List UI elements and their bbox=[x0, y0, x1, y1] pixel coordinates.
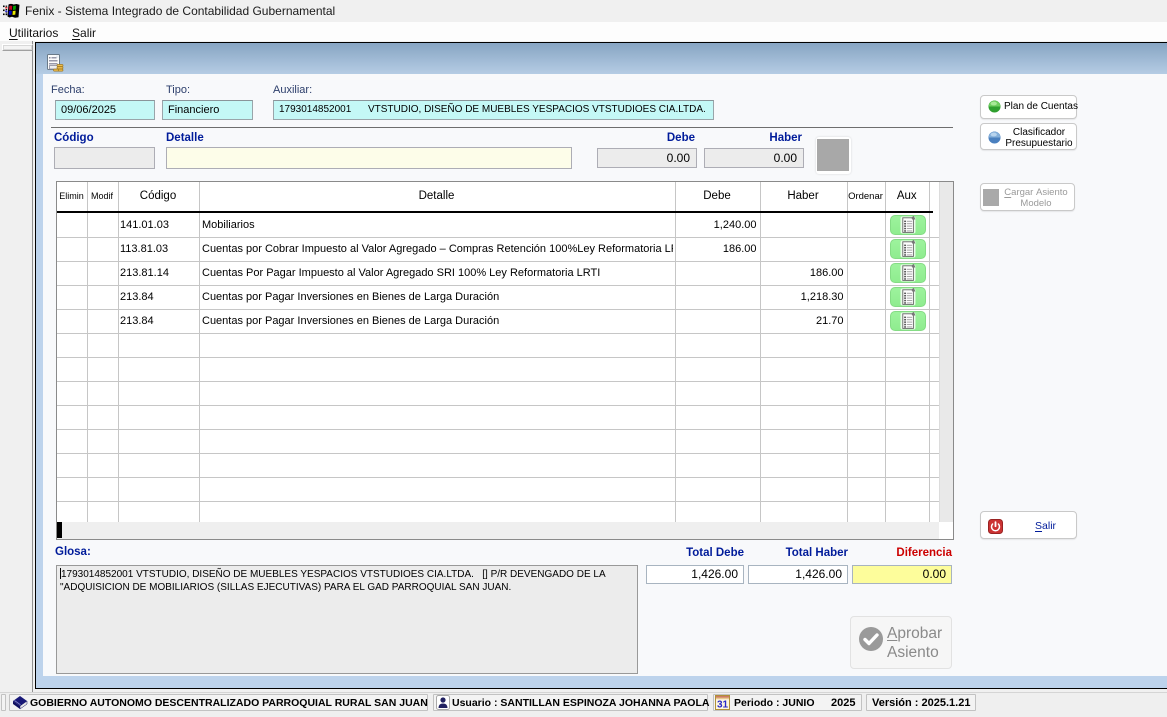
svg-text:31: 31 bbox=[717, 700, 729, 711]
